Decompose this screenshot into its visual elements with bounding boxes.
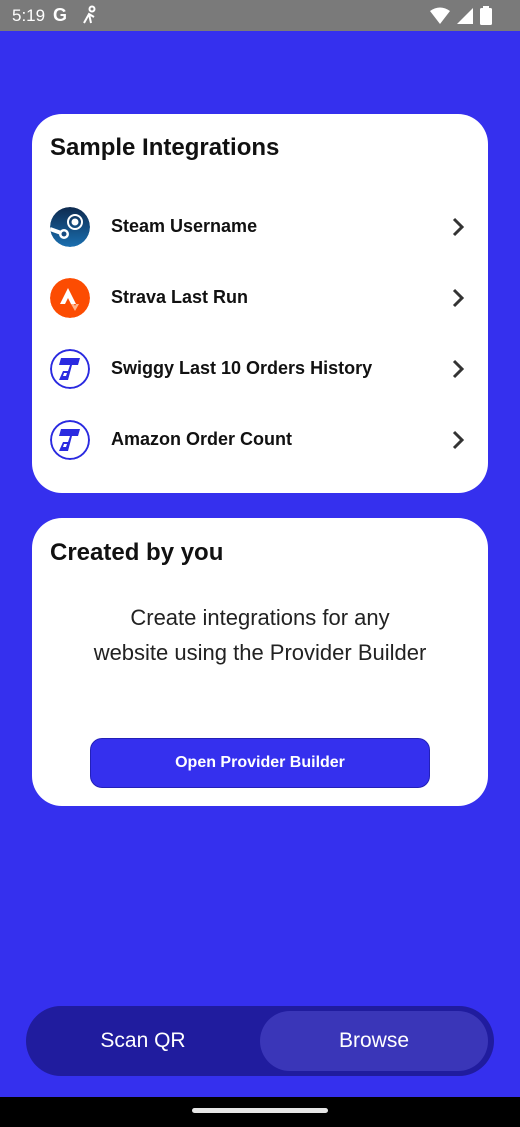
provider-logo-icon (50, 349, 90, 389)
chevron-right-icon (448, 357, 468, 381)
chevron-right-icon (448, 428, 468, 452)
list-item-strava-last-run[interactable]: Strava Last Run (32, 268, 488, 328)
system-nav-bar (0, 1097, 520, 1127)
steam-logo-icon (50, 207, 90, 247)
provider-logo-icon (50, 420, 90, 460)
signal-icon (456, 7, 474, 30)
list-item-swiggy-orders[interactable]: Swiggy Last 10 Orders History (32, 339, 488, 399)
open-provider-builder-button[interactable]: Open Provider Builder (90, 738, 430, 788)
google-icon: G (53, 5, 68, 25)
accessibility-icon (80, 5, 100, 30)
bottom-tab-bar: Scan QR Browse (26, 1006, 494, 1076)
wifi-icon (430, 7, 450, 30)
created-description: Create integrations for any website usin… (93, 605, 427, 665)
list-item-steam-username[interactable]: Steam Username (32, 197, 488, 257)
sample-integrations-title: Sample Integrations (50, 134, 280, 161)
list-item-label: Strava Last Run (111, 287, 249, 307)
list-item-label: Steam Username (111, 216, 258, 236)
home-gesture-handle[interactable] (192, 1108, 328, 1113)
tab-browse[interactable]: Browse (260, 1011, 488, 1071)
created-by-you-card: Created by you Create integrations for a… (32, 518, 488, 806)
battery-icon (480, 6, 492, 30)
strava-logo-icon (50, 278, 90, 318)
list-item-amazon-order-count[interactable]: Amazon Order Count (32, 410, 488, 470)
status-time: 5:19 (12, 6, 46, 25)
created-by-you-title: Created by you (50, 539, 224, 566)
sample-integrations-card: Sample Integrations Steam Username Strav… (32, 114, 488, 493)
chevron-right-icon (448, 286, 468, 310)
list-item-label: Amazon Order Count (111, 429, 293, 449)
status-bar: 5:19 G (0, 0, 520, 31)
tab-scan-qr[interactable]: Scan QR (26, 1006, 260, 1076)
chevron-right-icon (448, 215, 468, 239)
list-item-label: Swiggy Last 10 Orders History (111, 358, 373, 378)
